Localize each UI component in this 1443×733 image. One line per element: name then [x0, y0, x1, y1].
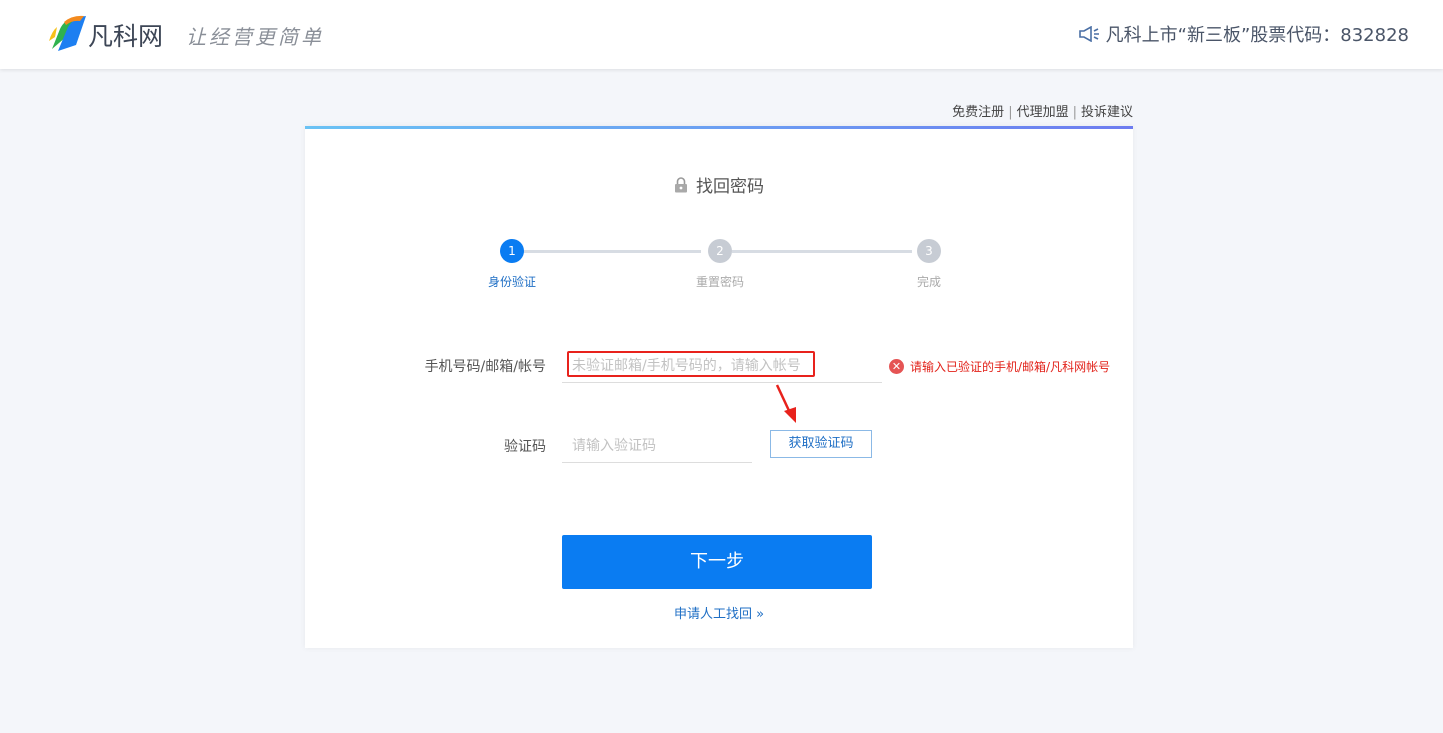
- error-close-icon: ✕: [889, 359, 904, 374]
- step-1-circle: 1: [500, 239, 524, 263]
- verification-code-input[interactable]: [562, 429, 752, 463]
- next-step-button[interactable]: 下一步: [562, 535, 872, 589]
- step-indicator: 1 2 3 身份验证 重置密码 完成: [305, 239, 1133, 299]
- announcement-text: 凡科上市“新三板”股票代码：832828: [1105, 25, 1409, 46]
- get-code-button[interactable]: 获取验证码: [770, 430, 872, 458]
- find-password-card: 找回密码 1 2 3 身份验证 重置密码 完成 手机号码/邮箱/帐号 ✕ 请输入…: [305, 126, 1133, 648]
- page-title: 找回密码: [305, 172, 1133, 197]
- card-accent-bar: [305, 126, 1133, 129]
- step-2-label: 重置密码: [695, 275, 744, 289]
- logo-name: 凡科网: [88, 22, 164, 51]
- step-connector: [523, 250, 701, 253]
- divider: |: [1008, 105, 1013, 120]
- divider: |: [1072, 105, 1077, 120]
- agent-join-link[interactable]: 代理加盟: [1017, 105, 1069, 120]
- free-register-link[interactable]: 免费注册: [952, 105, 1004, 120]
- account-input[interactable]: [562, 350, 882, 383]
- fanke-logo[interactable]: [46, 15, 86, 53]
- step-1-label: 身份验证: [487, 275, 536, 289]
- code-label: 验证码: [504, 439, 546, 455]
- manual-recovery-link[interactable]: 申请人工找回 »: [305, 603, 1133, 622]
- lock-icon: [675, 177, 687, 193]
- slogan: 让经营更简单: [186, 25, 324, 49]
- account-label: 手机号码/邮箱/帐号: [424, 359, 546, 375]
- complaint-link[interactable]: 投诉建议: [1081, 105, 1133, 120]
- step-3-label: 完成: [916, 275, 941, 289]
- megaphone-icon: [1078, 26, 1099, 42]
- top-links: 免费注册 | 代理加盟 | 投诉建议: [305, 101, 1133, 120]
- title-text: 找回密码: [696, 177, 764, 197]
- step-2-circle: 2: [708, 239, 732, 263]
- red-arrow-annotation: [775, 384, 796, 423]
- stock-announcement: 凡科上市“新三板”股票代码：832828: [1078, 21, 1409, 47]
- account-error: ✕ 请输入已验证的手机/邮箱/凡科网帐号: [889, 358, 1110, 375]
- top-header: 凡科网 让经营更简单 凡科上市“新三板”股票代码：832828: [0, 0, 1443, 69]
- error-text: 请输入已验证的手机/邮箱/凡科网帐号: [910, 360, 1111, 374]
- step-connector: [732, 250, 912, 253]
- step-3-circle: 3: [917, 239, 941, 263]
